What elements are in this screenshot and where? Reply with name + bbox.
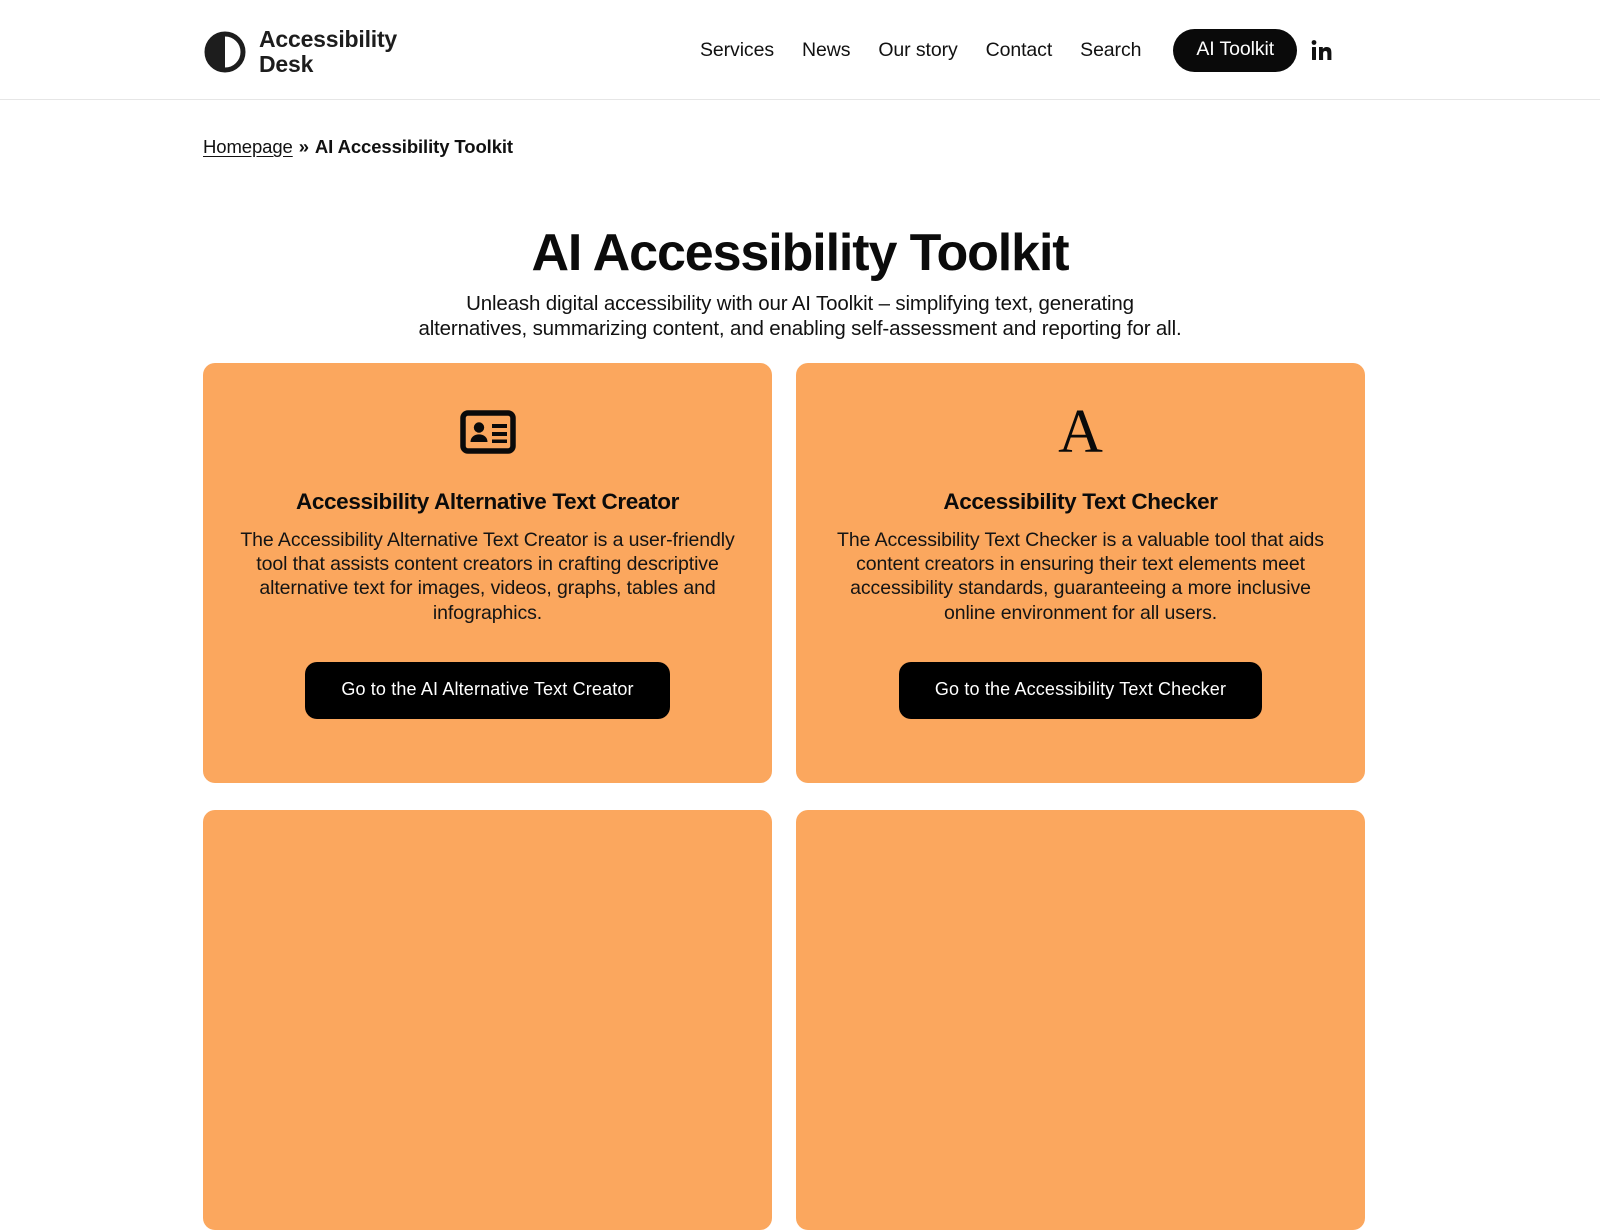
card-description: The Accessibility Text Checker is a valu… xyxy=(837,529,1324,624)
nav-item-contact[interactable]: Contact xyxy=(972,39,1067,62)
nav-item-search[interactable]: Search xyxy=(1066,39,1155,62)
site-header: Accessibility Desk Services News Our sto… xyxy=(0,0,1600,100)
card-cta-button[interactable]: Go to the AI Alternative Text Creator xyxy=(305,662,670,719)
breadcrumb: Homepage » AI Accessibility Toolkit xyxy=(203,136,513,158)
page-title: AI Accessibility Toolkit xyxy=(531,224,1069,282)
toolkit-card-next-row-left xyxy=(203,810,772,1230)
main-navigation: Services News Our story Contact Search A… xyxy=(700,0,1298,100)
letter-a-icon: A xyxy=(1058,398,1103,466)
id-card-icon xyxy=(459,401,516,463)
site-logo[interactable]: Accessibility Desk xyxy=(203,27,397,77)
card-cta-button[interactable]: Go to the Accessibility Text Checker xyxy=(898,662,1263,719)
card-title: Accessibility Text Checker xyxy=(943,489,1218,514)
site-logo-text: Accessibility Desk xyxy=(259,26,398,77)
nav-item-news[interactable]: News xyxy=(788,39,864,62)
breadcrumb-current-page: AI Accessibility Toolkit xyxy=(314,136,513,157)
toolkit-card-alt-text-creator: Accessibility Alternative Text Creator T… xyxy=(203,363,772,783)
hero-section: AI Accessibility Toolkit Unleash digital… xyxy=(0,224,1600,341)
linkedin-icon[interactable] xyxy=(1310,38,1334,62)
card-description: The Accessibility Alternative Text Creat… xyxy=(240,529,735,624)
toolkit-card-text-checker: A Accessibility Text Checker The Accessi… xyxy=(796,363,1365,783)
card-title: Accessibility Alternative Text Creator xyxy=(295,489,680,514)
breadcrumb-separator: » xyxy=(298,136,309,157)
toolkit-card-grid: Accessibility Alternative Text Creator T… xyxy=(203,363,1365,1230)
toolkit-card-next-row-right xyxy=(796,810,1365,1230)
nav-cta-ai-toolkit[interactable]: AI Toolkit xyxy=(1173,28,1298,72)
page-subtitle: Unleash digital accessibility with our A… xyxy=(418,292,1182,341)
accessibility-circle-logo-icon xyxy=(203,30,247,74)
nav-item-services[interactable]: Services xyxy=(700,39,788,62)
nav-item-our-story[interactable]: Our story xyxy=(864,39,971,62)
breadcrumb-link-homepage[interactable]: Homepage xyxy=(203,136,293,158)
